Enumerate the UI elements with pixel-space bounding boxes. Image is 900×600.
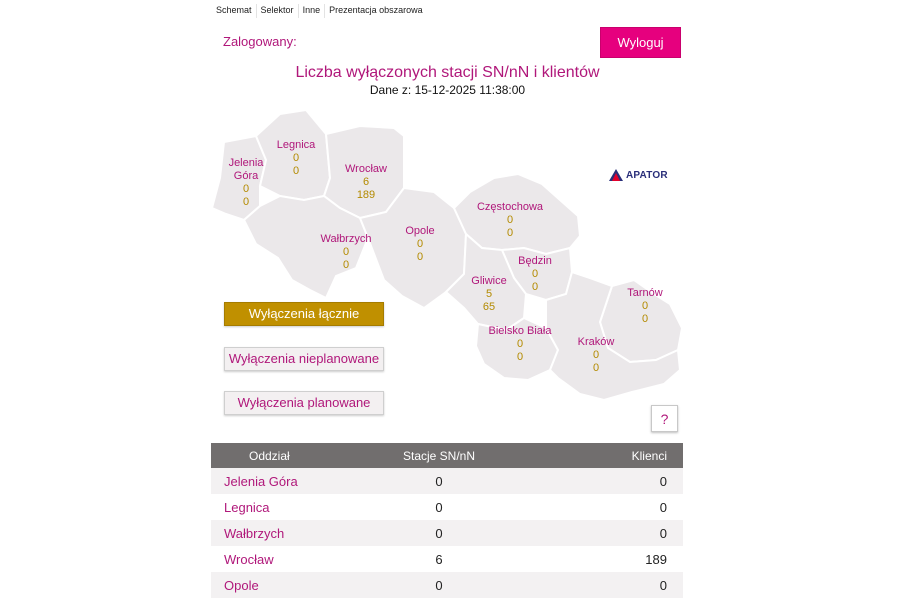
- row-stations: 0: [435, 499, 443, 515]
- region-stations-value: 0: [642, 300, 648, 312]
- table-row[interactable]: Opole 0 0: [211, 572, 683, 598]
- header-clients: Klienci: [631, 448, 667, 463]
- logout-button[interactable]: Wyloguj: [600, 27, 681, 58]
- region-name: Będzin: [518, 255, 552, 267]
- region-clients-value: 0: [642, 313, 648, 325]
- region-clients-value: 0: [507, 227, 513, 239]
- unplanned-outages-button[interactable]: Wyłączenia nieplanowane: [224, 347, 384, 371]
- region-name: Góra: [234, 170, 259, 182]
- row-branch: Wrocław: [224, 551, 274, 567]
- menu-item-selektor[interactable]: Selektor: [257, 4, 299, 18]
- region-stations-value: 0: [507, 214, 513, 226]
- region-stations-value: 0: [343, 246, 349, 258]
- menu-item-prezentacja[interactable]: Prezentacja obszarowa: [325, 4, 427, 18]
- row-stations: 0: [435, 577, 443, 593]
- help-button[interactable]: ?: [651, 405, 678, 432]
- apator-logo-text: APATOR: [626, 169, 668, 181]
- row-stations: 6: [435, 551, 443, 567]
- region-name: Legnica: [277, 139, 316, 151]
- region-name: Kraków: [578, 336, 615, 348]
- region-clients-value: 0: [293, 165, 299, 177]
- outages-table: Oddział Stacje SN/nN Klienci Jelenia Gór…: [211, 443, 683, 598]
- table-header: Oddział Stacje SN/nN Klienci: [211, 443, 683, 468]
- region-clients-value: 0: [343, 259, 349, 271]
- top-menu: Schemat Selektor Inne Prezentacja obszar…: [212, 4, 427, 18]
- apator-logo-icon: [609, 169, 623, 181]
- row-branch: Jelenia Góra: [224, 473, 298, 489]
- region-clients-value: 189: [357, 189, 375, 201]
- region-name: Częstochowa: [477, 201, 544, 213]
- menu-item-inne[interactable]: Inne: [299, 4, 326, 18]
- table-row[interactable]: Legnica 0 0: [211, 494, 683, 520]
- region-name: Tarnów: [627, 287, 663, 299]
- region-clients-value: 0: [243, 196, 249, 208]
- row-stations: 0: [435, 525, 443, 541]
- data-timestamp: Dane z: 15-12-2025 11:38:00: [369, 83, 526, 97]
- region-clients-value: 0: [517, 351, 523, 363]
- region-stations-value: 5: [486, 288, 492, 300]
- menu-item-schemat[interactable]: Schemat: [212, 4, 257, 18]
- region-name: Gliwice: [471, 275, 506, 287]
- planned-outages-button[interactable]: Wyłączenia planowane: [224, 391, 384, 415]
- region-stations-value: 0: [532, 268, 538, 280]
- total-outages-button[interactable]: Wyłączenia łącznie: [224, 302, 384, 326]
- region-stations-value: 0: [517, 338, 523, 350]
- header-branch: Oddział: [249, 448, 290, 463]
- region-clients-value: 0: [593, 362, 599, 374]
- table-row[interactable]: Wrocław 6 189: [211, 546, 683, 572]
- region-name: Wrocław: [345, 163, 387, 175]
- header-stations: Stacje SN/nN: [402, 448, 476, 463]
- apator-logo: APATOR: [609, 169, 668, 181]
- region-stations-value: 0: [293, 152, 299, 164]
- region-name: Wałbrzych: [321, 233, 372, 245]
- region-clients-value: 0: [532, 281, 538, 293]
- row-branch: Legnica: [224, 499, 270, 515]
- logged-in-label: Zalogowany:: [223, 34, 297, 49]
- region-name: Opole: [405, 225, 434, 237]
- row-clients: 0: [659, 525, 667, 541]
- row-clients: 0: [659, 499, 667, 515]
- region-clients-value: 65: [483, 301, 495, 313]
- region-stations-value: 6: [363, 176, 369, 188]
- table-row[interactable]: Wałbrzych 0 0: [211, 520, 683, 546]
- row-branch: Opole: [224, 577, 259, 593]
- row-clients: 189: [645, 551, 667, 567]
- row-branch: Wałbrzych: [224, 525, 285, 541]
- region-stations-value: 0: [593, 349, 599, 361]
- region-name: Bielsko Biała: [489, 325, 553, 337]
- region-stations-value: 0: [243, 183, 249, 195]
- region-clients-value: 0: [417, 251, 423, 263]
- region-name: Jelenia: [229, 157, 265, 169]
- table-row[interactable]: Jelenia Góra 0 0: [211, 468, 683, 494]
- region-stations-value: 0: [417, 238, 423, 250]
- page-title: Liczba wyłączonych stacji SN/nN i klient…: [295, 64, 600, 81]
- row-clients: 0: [659, 577, 667, 593]
- row-clients: 0: [659, 473, 667, 489]
- row-stations: 0: [435, 473, 443, 489]
